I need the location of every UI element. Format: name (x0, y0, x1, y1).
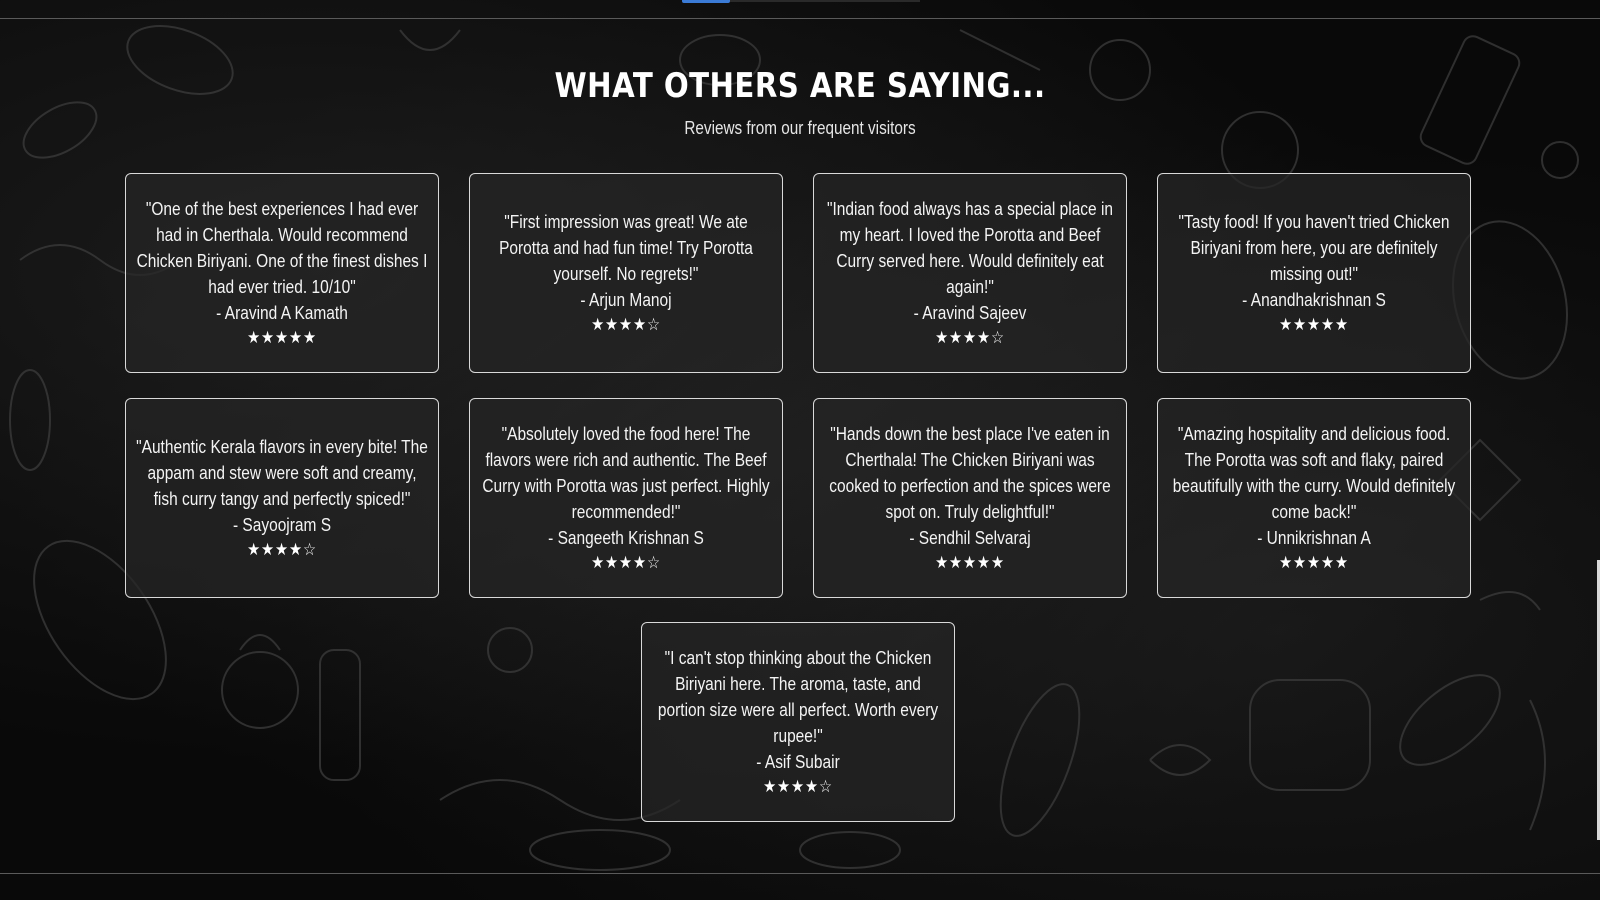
review-card: "Authentic Kerala flavors in every bite!… (125, 398, 439, 598)
review-quote: "Amazing hospitality and delicious food.… (1172, 424, 1456, 522)
review-card: "Hands down the best place I've eaten in… (813, 398, 1127, 598)
review-card: "Indian food always has a special place … (813, 173, 1127, 373)
review-quote: "Absolutely loved the food here! The fla… (482, 424, 770, 522)
review-author: - Sayoojram S (232, 515, 332, 535)
review-author: - Unnikrishnan A (1257, 528, 1371, 548)
review-author: - Anandhakrishnan S (1242, 290, 1386, 310)
review-author: - Arjun Manoj (580, 290, 672, 310)
review-author: - Aravind A Kamath (216, 303, 348, 323)
star-rating: ★★★★★ (1279, 553, 1349, 573)
reviews-page: WHAT OTHERS ARE SAYING... Reviews from o… (0, 0, 1600, 900)
review-card: "One of the best experiences I had ever … (125, 173, 439, 373)
review-quote: "Indian food always has a special place … (826, 199, 1114, 297)
star-rating: ★★★★★ (247, 328, 317, 348)
review-quote: "One of the best experiences I had ever … (136, 199, 428, 297)
nav-active-indicator (682, 0, 730, 3)
star-rating: ★★★★★ (935, 553, 1005, 573)
review-quote: "Hands down the best place I've eaten in… (829, 424, 1111, 522)
section-title: WHAT OTHERS ARE SAYING... (554, 66, 1046, 106)
review-author: - Sendhil Selvaraj (909, 528, 1031, 548)
review-author: - Aravind Sajeev (913, 303, 1027, 323)
top-divider (0, 18, 1600, 19)
review-card: "Amazing hospitality and delicious food.… (1157, 398, 1471, 598)
review-card: "Absolutely loved the food here! The fla… (469, 398, 783, 598)
review-card: "I can't stop thinking about the Chicken… (641, 622, 955, 822)
star-rating: ★★★★☆ (935, 328, 1005, 348)
review-quote: "Tasty food! If you haven't tried Chicke… (1178, 212, 1450, 284)
star-rating: ★★★★☆ (591, 315, 661, 335)
review-quote: "First impression was great! We ate Poro… (499, 212, 753, 284)
review-author: - Asif Subair (756, 752, 840, 772)
review-author: - Sangeeth Krishnan S (548, 528, 704, 548)
star-rating: ★★★★★ (1279, 315, 1349, 335)
star-rating: ★★★★☆ (763, 777, 833, 797)
review-quote: "I can't stop thinking about the Chicken… (657, 648, 939, 746)
star-rating: ★★★★☆ (247, 540, 317, 560)
review-quote: "Authentic Kerala flavors in every bite!… (136, 437, 428, 509)
star-rating: ★★★★☆ (591, 553, 661, 573)
review-card: "Tasty food! If you haven't tried Chicke… (1157, 173, 1471, 373)
review-card: "First impression was great! We ate Poro… (469, 173, 783, 373)
section-subtitle: Reviews from our frequent visitors (684, 118, 916, 138)
nav-bar-edge (730, 0, 920, 2)
bottom-divider (0, 873, 1600, 874)
